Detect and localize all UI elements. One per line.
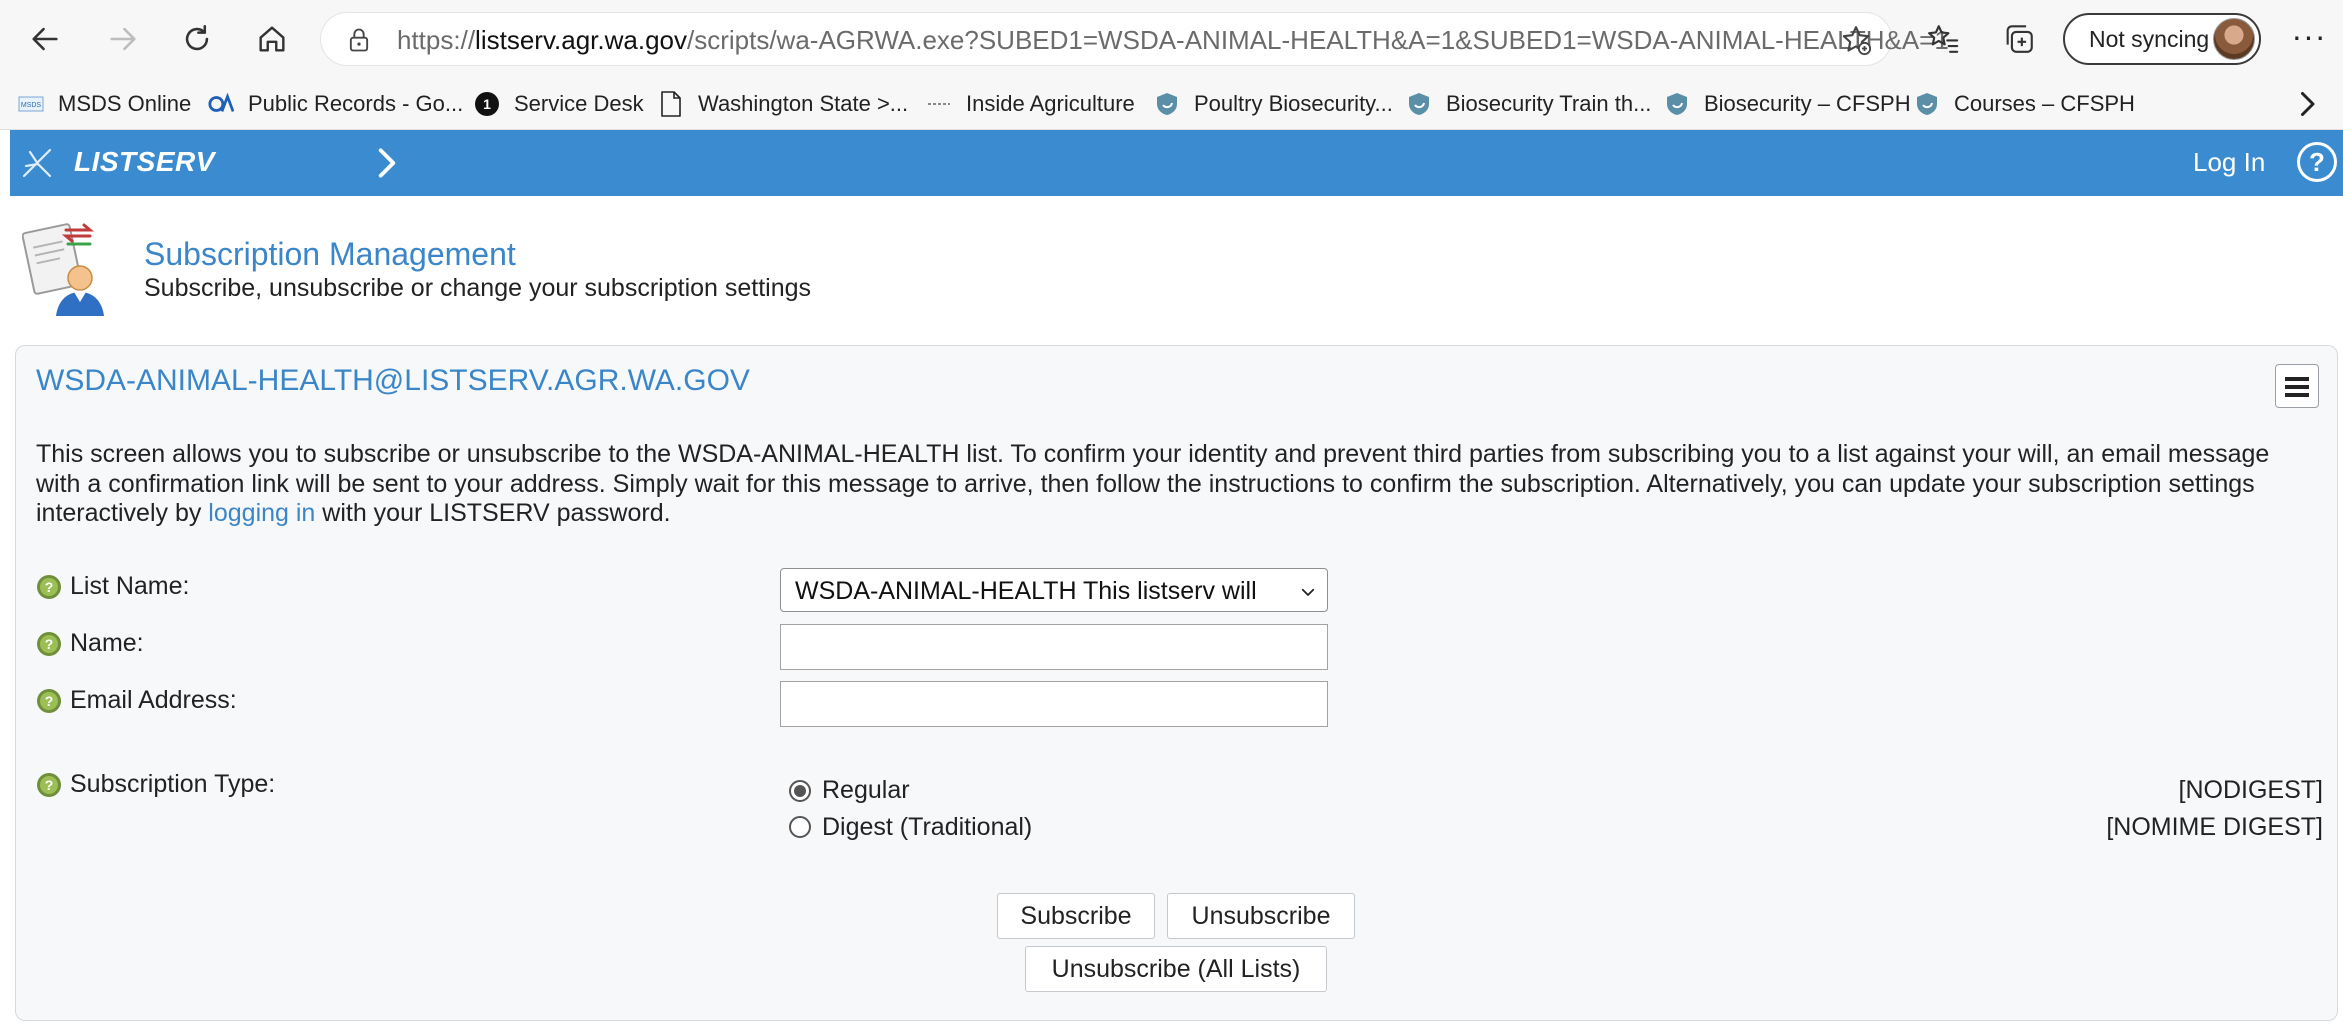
bookmark-poultry-biosecurity[interactable]: Poultry Biosecurity... bbox=[1154, 86, 1393, 122]
help-bubble-icon[interactable]: ? bbox=[36, 631, 62, 657]
name-label: Name: bbox=[70, 629, 144, 657]
hamburger-icon-line bbox=[2285, 393, 2309, 397]
subscribe-button[interactable]: Subscribe bbox=[997, 893, 1155, 939]
subscription-panel: WSDA-ANIMAL-HEALTH@LISTSERV.AGR.WA.GOV T… bbox=[15, 345, 2338, 1021]
digest-option-code: [NOMIME DIGEST] bbox=[2106, 813, 2323, 841]
page-icon bbox=[658, 91, 684, 117]
digest-radio-label[interactable]: Digest (Traditional) bbox=[822, 813, 1032, 842]
chevron-down-icon bbox=[1301, 588, 1315, 596]
unsubscribe-all-lists-button[interactable]: Unsubscribe (All Lists) bbox=[1025, 946, 1327, 992]
shield-icon bbox=[1664, 91, 1690, 117]
listserv-header: LISTSERV Log In ? bbox=[10, 130, 2343, 196]
msds-icon: MSDS bbox=[18, 91, 44, 117]
listserv-logo-icon[interactable] bbox=[20, 146, 56, 182]
panel-menu-button[interactable] bbox=[2275, 364, 2319, 408]
digest-radio[interactable] bbox=[789, 816, 811, 838]
reload-button[interactable] bbox=[170, 12, 224, 66]
list-name-label: List Name: bbox=[70, 572, 190, 600]
forward-button[interactable] bbox=[96, 12, 150, 66]
email-row: ? Email Address: bbox=[36, 686, 237, 715]
favorites-icon bbox=[1928, 25, 1959, 53]
list-name-select[interactable]: WSDA-ANIMAL-HEALTH This listserv will bbox=[780, 568, 1328, 612]
svg-text:?: ? bbox=[45, 579, 54, 595]
profile-sync-button[interactable]: Not syncing bbox=[2063, 13, 2261, 65]
home-icon bbox=[259, 26, 285, 52]
bookmarks-bar: MSDS MSDS Online Public Records - Go... … bbox=[0, 78, 2343, 130]
dash-icon bbox=[926, 91, 952, 117]
reload-icon bbox=[185, 24, 209, 51]
bookmark-washington-state[interactable]: Washington State >... bbox=[658, 86, 908, 122]
chevron-right-icon[interactable] bbox=[2289, 86, 2325, 122]
svg-text:1: 1 bbox=[483, 96, 491, 112]
page-title: Subscription Management bbox=[144, 236, 516, 272]
favorites-button[interactable] bbox=[1918, 14, 1968, 64]
svg-text:?: ? bbox=[45, 693, 54, 709]
login-link[interactable]: Log In bbox=[2193, 147, 2265, 178]
help-icon[interactable]: ? bbox=[2297, 142, 2337, 182]
page-subtitle: Subscribe, unsubscribe or change your su… bbox=[144, 274, 812, 302]
help-bubble-icon[interactable]: ? bbox=[36, 574, 62, 600]
back-button[interactable] bbox=[18, 12, 72, 66]
lock-icon[interactable] bbox=[345, 26, 373, 54]
home-button[interactable] bbox=[245, 12, 299, 66]
bookmark-inside-agriculture[interactable]: Inside Agriculture bbox=[926, 86, 1135, 122]
email-address-input[interactable] bbox=[780, 681, 1328, 727]
list-name-selected-value: WSDA-ANIMAL-HEALTH This listserv will bbox=[795, 577, 1257, 605]
bookmark-msds-online[interactable]: MSDS MSDS Online bbox=[18, 86, 191, 122]
unsubscribe-button[interactable]: Unsubscribe bbox=[1167, 893, 1355, 939]
hamburger-icon-line bbox=[2285, 385, 2309, 389]
chevron-right-icon[interactable] bbox=[368, 144, 406, 182]
bookmark-public-records[interactable]: Public Records - Go... bbox=[208, 86, 463, 122]
favorite-star-icon[interactable] bbox=[1839, 23, 1873, 57]
login-inline-link[interactable]: logging in bbox=[208, 499, 315, 527]
sync-status-label: Not syncing bbox=[2089, 26, 2210, 52]
svg-text:?: ? bbox=[45, 777, 54, 793]
bookmark-service-desk[interactable]: 1 Service Desk bbox=[474, 86, 644, 122]
regular-radio-label[interactable]: Regular bbox=[822, 776, 910, 805]
list-name-row: ? List Name: bbox=[36, 572, 189, 601]
help-bubble-icon[interactable]: ? bbox=[36, 772, 62, 798]
url-text: https://listserv.agr.wa.gov/scripts/wa-A… bbox=[397, 25, 1949, 55]
profile-avatar bbox=[2213, 18, 2255, 60]
regular-radio[interactable] bbox=[789, 780, 811, 802]
intro-paragraph: This screen allows you to subscribe or u… bbox=[36, 440, 2270, 527]
subscription-type-label: Subscription Type: bbox=[70, 770, 276, 798]
service-desk-icon: 1 bbox=[474, 91, 500, 117]
more-icon[interactable]: ··· bbox=[2284, 14, 2334, 64]
name-input[interactable] bbox=[780, 624, 1328, 670]
help-bubble-icon[interactable]: ? bbox=[36, 688, 62, 714]
email-label: Email Address: bbox=[70, 686, 237, 714]
subscription-type-row: ? Subscription Type: bbox=[36, 770, 275, 799]
svg-text:?: ? bbox=[45, 636, 54, 652]
regular-option-code: [NODIGEST] bbox=[2178, 776, 2323, 804]
bookmark-courses-cfsph[interactable]: Courses – CFSPH bbox=[1914, 86, 2135, 122]
shield-icon bbox=[1154, 91, 1180, 117]
bookmark-biosecurity-cfsph[interactable]: Biosecurity – CFSPH bbox=[1664, 86, 1911, 122]
address-bar[interactable]: https://listserv.agr.wa.gov/scripts/wa-A… bbox=[320, 12, 1949, 66]
back-icon bbox=[32, 27, 58, 51]
shield-icon bbox=[1406, 91, 1432, 117]
collections-button[interactable] bbox=[1994, 14, 2044, 64]
list-address-heading: WSDA-ANIMAL-HEALTH@LISTSERV.AGR.WA.GOV bbox=[36, 364, 750, 397]
svg-text:MSDS: MSDS bbox=[21, 102, 42, 109]
browser-toolbar: https://listserv.agr.wa.gov/scripts/wa-A… bbox=[0, 0, 2343, 78]
bookmark-biosecurity-train[interactable]: Biosecurity Train th... bbox=[1406, 86, 1651, 122]
subscription-management-icon bbox=[22, 223, 104, 316]
name-row: ? Name: bbox=[36, 629, 144, 658]
listserv-logo-text[interactable]: LISTSERV bbox=[74, 146, 215, 178]
oa-icon bbox=[208, 91, 234, 117]
shield-icon bbox=[1914, 91, 1940, 117]
forward-icon bbox=[110, 27, 136, 51]
hamburger-icon bbox=[2285, 377, 2309, 381]
collections-icon bbox=[2006, 25, 2033, 53]
